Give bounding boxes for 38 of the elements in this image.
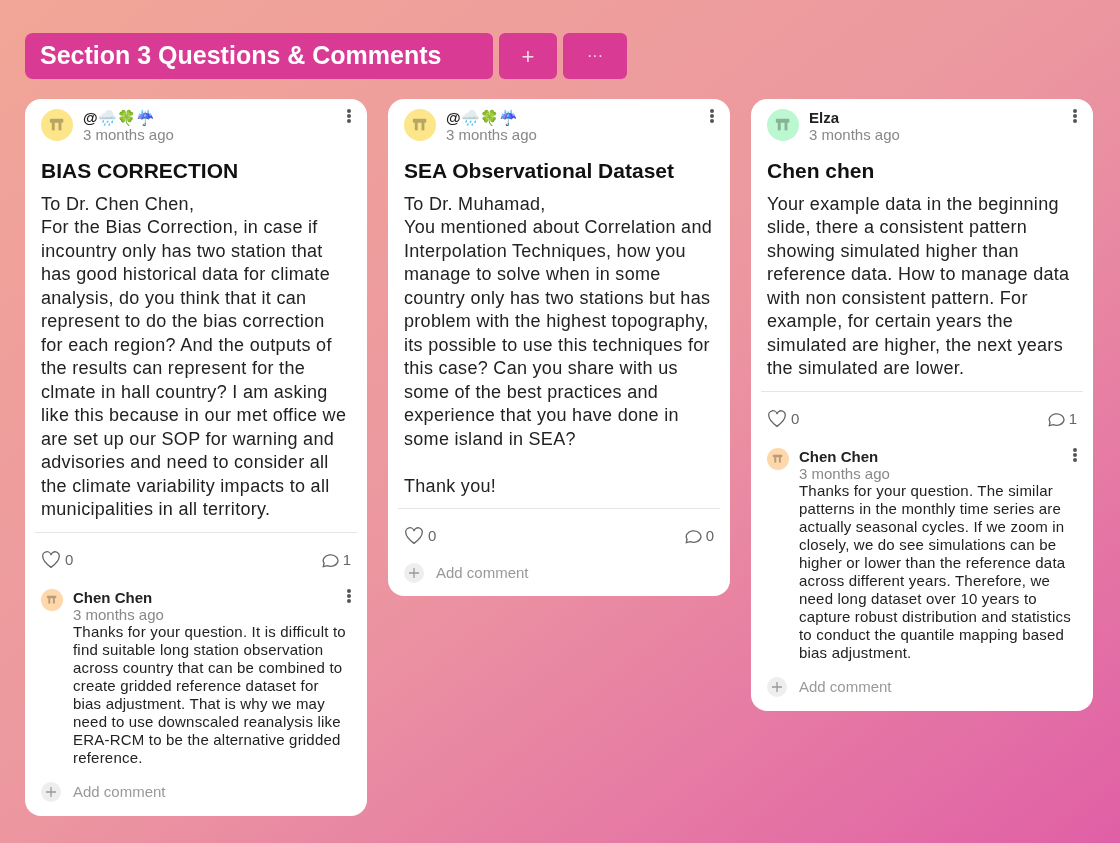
comment-count: 1 <box>1068 408 1077 429</box>
add-comment-link[interactable]: Add comment <box>73 781 166 804</box>
heart-icon[interactable] <box>404 527 424 546</box>
more-icon[interactable] <box>710 109 714 123</box>
like-count: 0 <box>791 408 800 429</box>
more-icon[interactable] <box>347 109 351 123</box>
post-body: To Dr. Chen Chen, For the Bias Correction, in case if incountry only has two station that has good historical data for climate analysis, do you think that it can represent to do the bias correction for each region? And the outputs of the results can represent for the clmate in hall country? I am asking like this because in our met office we are set up our SOP for warning and advisories and need to consider all the climate variability impacts to all municipalities in all territory. <box>41 192 348 521</box>
timestamp: 3 months ago <box>809 126 901 143</box>
author-name: @🌧🍀☔ <box>83 109 156 126</box>
more-icon[interactable] <box>347 589 351 603</box>
timestamp: 3 months ago <box>799 465 891 482</box>
timestamp: 3 months ago <box>73 606 165 623</box>
add-comment-link[interactable]: Add comment <box>799 676 892 699</box>
like-count: 0 <box>65 549 74 570</box>
author-name: Chen Chen <box>799 448 880 465</box>
author-name: @🌧🍀☔ <box>446 109 519 126</box>
heart-icon[interactable] <box>41 550 61 569</box>
comment-count: 0 <box>705 526 714 546</box>
author-name: Elza <box>809 109 840 126</box>
post-title: SEA Observational Dataset <box>404 158 675 184</box>
comment-text: Thanks for your question. The similar patterns in the monthly time series are actually seasonal cycles. If we zoom in closely, we do see simulations can be higher or lower than the reference data across different years. Therefore, we need long dataset over 10 years to capture robust distribution and statistics to conduct the quantile mapping based bias adjustment. <box>799 482 1072 662</box>
more-icon[interactable] <box>1073 109 1077 123</box>
section-title: Section 3 Questions & Comments <box>25 33 493 79</box>
add-comment-link[interactable]: Add comment <box>436 561 529 584</box>
post-body: To Dr. Muhamad, You mentioned about Correlation and Interpolation Techniques, how you manage to solve when in some country only has two stations but has problem with the highest topography, its possible to use this techniques for this case? Can you share with us some of the best practices and experience that you have done in some island in SEA? Thank you! <box>404 192 714 498</box>
timestamp: 3 months ago <box>446 126 538 143</box>
more-icon[interactable] <box>1073 448 1077 462</box>
add-button[interactable]: + <box>499 33 557 79</box>
like-count: 0 <box>428 526 437 546</box>
more-button[interactable]: ··· <box>563 33 627 79</box>
comment-count: 1 <box>342 549 351 570</box>
post-title: Chen chen <box>767 158 876 184</box>
heart-icon[interactable] <box>767 409 787 428</box>
timestamp: 3 months ago <box>83 126 175 143</box>
author-name: Chen Chen <box>73 589 154 606</box>
post-body: Your example data in the beginning slide, there a consistent pattern showing simulated higher than reference data. How to manage data with non consistent pattern. For example, for certain years the simulated are higher, the next years the simulated are lower. <box>767 192 1071 380</box>
post-title: BIAS CORRECTION <box>41 158 240 184</box>
comment-text: Thanks for your question. It is difficult to find suitable long station observation across country that can be combined to create gridded reference dataset for bias adjustment. That is why we may need to use downscaled reanalysis like ERA-RCM to be the alternative gridded reference. <box>73 623 347 767</box>
